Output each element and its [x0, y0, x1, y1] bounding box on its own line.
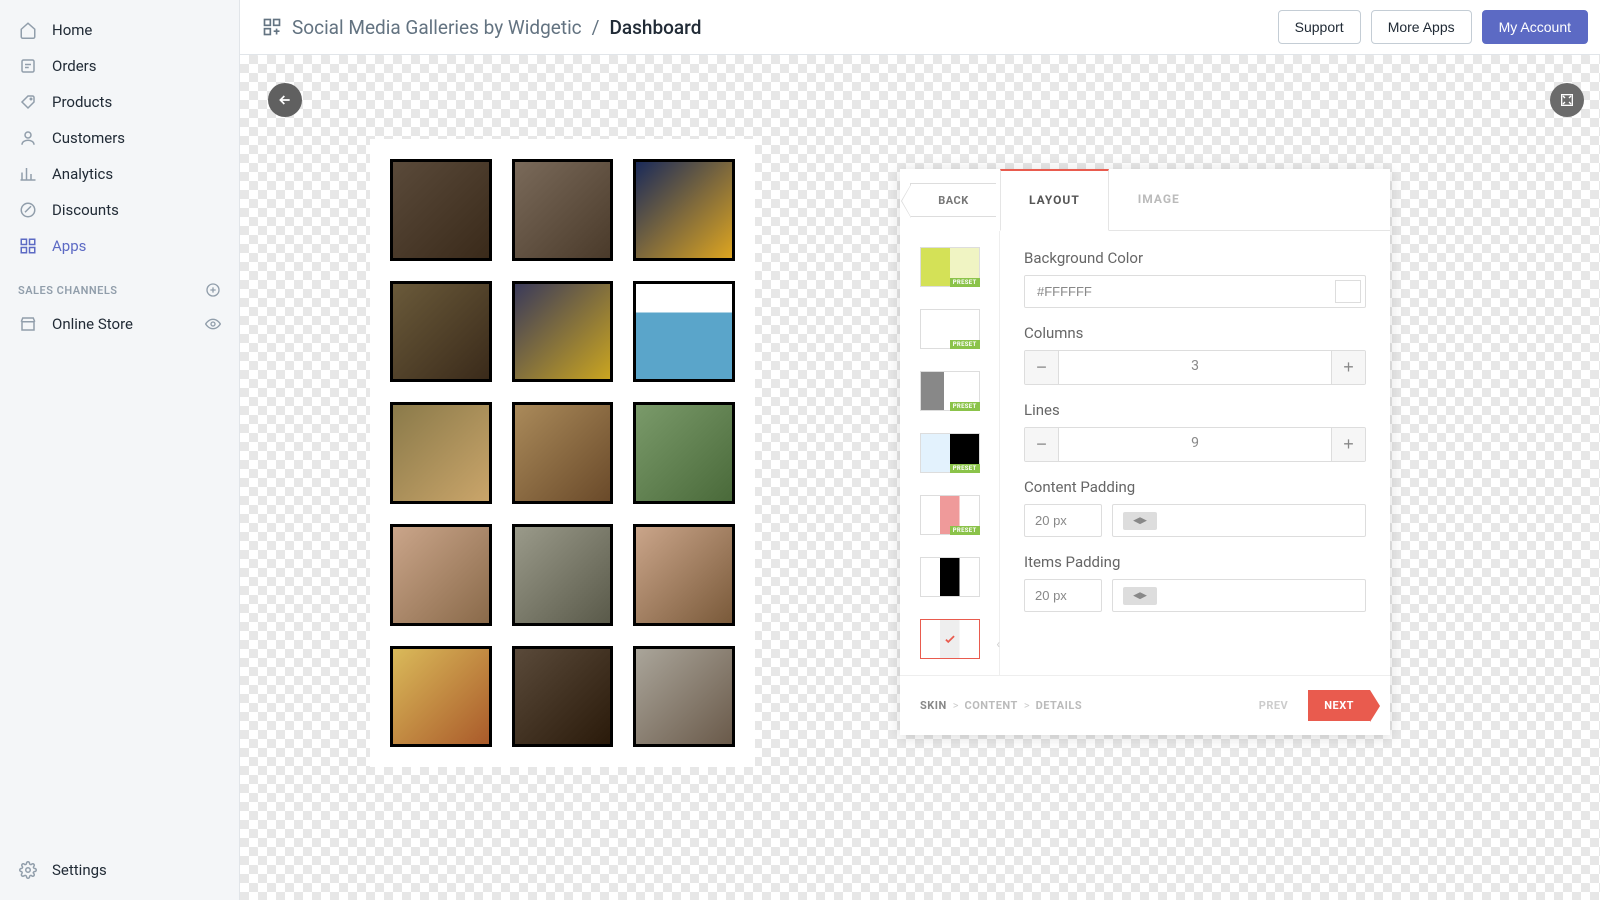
nav-customers[interactable]: Customers — [0, 120, 239, 156]
gallery-thumb[interactable] — [512, 524, 614, 626]
step-skin[interactable]: SKIN — [920, 699, 947, 712]
gallery-thumb[interactable] — [390, 402, 492, 504]
bg-color-value[interactable] — [1025, 276, 1331, 307]
apps-icon — [18, 236, 38, 256]
nav-label: Home — [52, 21, 92, 39]
add-channel-icon[interactable] — [205, 282, 221, 298]
lines-label: Lines — [1024, 401, 1366, 419]
lines-increment[interactable]: + — [1331, 428, 1365, 461]
lines-value: 9 — [1059, 428, 1331, 461]
chart-icon — [18, 164, 38, 184]
prev-button[interactable]: PREV — [1245, 690, 1303, 721]
nav-products[interactable]: Products — [0, 84, 239, 120]
gallery-thumb[interactable] — [512, 646, 614, 748]
breadcrumb-page: Dashboard — [609, 16, 701, 39]
tab-image[interactable]: IMAGE — [1109, 169, 1209, 230]
nav-apps[interactable]: Apps — [0, 228, 239, 264]
breadcrumb-app[interactable]: Social Media Galleries by Widgetic — [292, 16, 582, 39]
preset-item[interactable]: PRESET — [920, 495, 980, 535]
discount-icon — [18, 200, 38, 220]
breadcrumb-sep: / — [592, 16, 600, 39]
next-button[interactable]: NEXT — [1308, 690, 1370, 721]
gallery-thumb[interactable] — [633, 646, 735, 748]
sales-channels-header: SALES CHANNELS — [0, 264, 239, 306]
nav-label: Orders — [52, 57, 97, 75]
eye-icon[interactable] — [205, 316, 221, 332]
nav-analytics[interactable]: Analytics — [0, 156, 239, 192]
content-padding-value[interactable] — [1024, 504, 1102, 537]
orders-icon — [18, 56, 38, 76]
sidebar: Home Orders Products Customers Analytics… — [0, 0, 240, 900]
nav-label: Analytics — [52, 165, 113, 183]
bg-color-input[interactable] — [1024, 275, 1366, 308]
my-account-button[interactable]: My Account — [1482, 10, 1588, 44]
nav-label: Products — [52, 93, 112, 111]
gallery-thumb[interactable] — [390, 524, 492, 626]
gallery-thumb[interactable] — [633, 402, 735, 504]
nav-home[interactable]: Home — [0, 12, 239, 48]
panel-footer: SKIN > CONTENT > DETAILS PREV NEXT — [900, 675, 1390, 735]
preset-item[interactable]: PRESET — [920, 433, 980, 473]
gallery-thumb[interactable] — [512, 159, 614, 261]
gear-icon — [18, 860, 38, 880]
nav-settings[interactable]: Settings — [0, 852, 239, 900]
more-apps-button[interactable]: More Apps — [1371, 10, 1472, 44]
items-padding-slider[interactable]: ◀▶ — [1112, 579, 1366, 612]
step-details[interactable]: DETAILS — [1036, 699, 1083, 712]
tab-layout[interactable]: LAYOUT — [1000, 169, 1109, 231]
content-padding-slider[interactable]: ◀▶ — [1112, 504, 1366, 537]
canvas-expand-button[interactable] — [1550, 83, 1584, 117]
panel-back-button[interactable]: BACK — [910, 183, 996, 217]
nav-label: Customers — [52, 129, 125, 147]
items-padding-value[interactable] — [1024, 579, 1102, 612]
gallery-preview — [370, 139, 755, 767]
breadcrumb: Social Media Galleries by Widgetic / Das… — [292, 16, 701, 39]
step-content[interactable]: CONTENT — [965, 699, 1018, 712]
columns-increment[interactable]: + — [1331, 351, 1365, 384]
nav-label: Apps — [52, 237, 86, 255]
topbar: Social Media Galleries by Widgetic / Das… — [240, 0, 1600, 55]
nav-label: Settings — [52, 861, 107, 879]
nav-discounts[interactable]: Discounts — [0, 192, 239, 228]
apps-icon — [262, 17, 282, 37]
columns-decrement[interactable]: − — [1025, 351, 1059, 384]
columns-value: 3 — [1059, 351, 1331, 384]
preset-item[interactable]: PRESET — [920, 309, 980, 349]
layout-form: Background Color Columns − 3 + — [1000, 231, 1390, 675]
preset-item[interactable]: PRESET — [920, 371, 980, 411]
preset-item[interactable]: PRESET — [920, 247, 980, 287]
gallery-thumb[interactable] — [390, 646, 492, 748]
main: Social Media Galleries by Widgetic / Das… — [240, 0, 1600, 900]
canvas-back-button[interactable] — [268, 83, 302, 117]
columns-label: Columns — [1024, 324, 1366, 342]
items-padding-label: Items Padding — [1024, 553, 1366, 571]
preset-item-selected[interactable] — [920, 619, 980, 659]
gallery-thumb[interactable] — [633, 159, 735, 261]
nav-label: Discounts — [52, 201, 119, 219]
editor-panel: BACK LAYOUT IMAGE PRESET PRESET PRESET P… — [900, 169, 1390, 735]
tag-icon — [18, 92, 38, 112]
gallery-thumb[interactable] — [633, 281, 735, 383]
gallery-thumb[interactable] — [390, 159, 492, 261]
nav-online-store[interactable]: Online Store — [0, 306, 239, 342]
gallery-thumb[interactable] — [512, 281, 614, 383]
gallery-thumb[interactable] — [512, 402, 614, 504]
store-icon — [18, 314, 38, 334]
gallery-thumb[interactable] — [633, 524, 735, 626]
preset-list: PRESET PRESET PRESET PRESET PRESET ‹ — [900, 231, 1000, 675]
lines-decrement[interactable]: − — [1025, 428, 1059, 461]
user-icon — [18, 128, 38, 148]
bg-color-swatch[interactable] — [1335, 280, 1361, 303]
nav-orders[interactable]: Orders — [0, 48, 239, 84]
nav-label: Online Store — [52, 315, 191, 333]
support-button[interactable]: Support — [1278, 10, 1361, 44]
canvas: BACK LAYOUT IMAGE PRESET PRESET PRESET P… — [240, 55, 1600, 900]
chevron-left-icon: ‹ — [996, 637, 1000, 651]
content-padding-label: Content Padding — [1024, 478, 1366, 496]
preset-item[interactable] — [920, 557, 980, 597]
gallery-thumb[interactable] — [390, 281, 492, 383]
bg-color-label: Background Color — [1024, 249, 1366, 267]
panel-tabs: LAYOUT IMAGE — [1000, 169, 1390, 231]
home-icon — [18, 20, 38, 40]
